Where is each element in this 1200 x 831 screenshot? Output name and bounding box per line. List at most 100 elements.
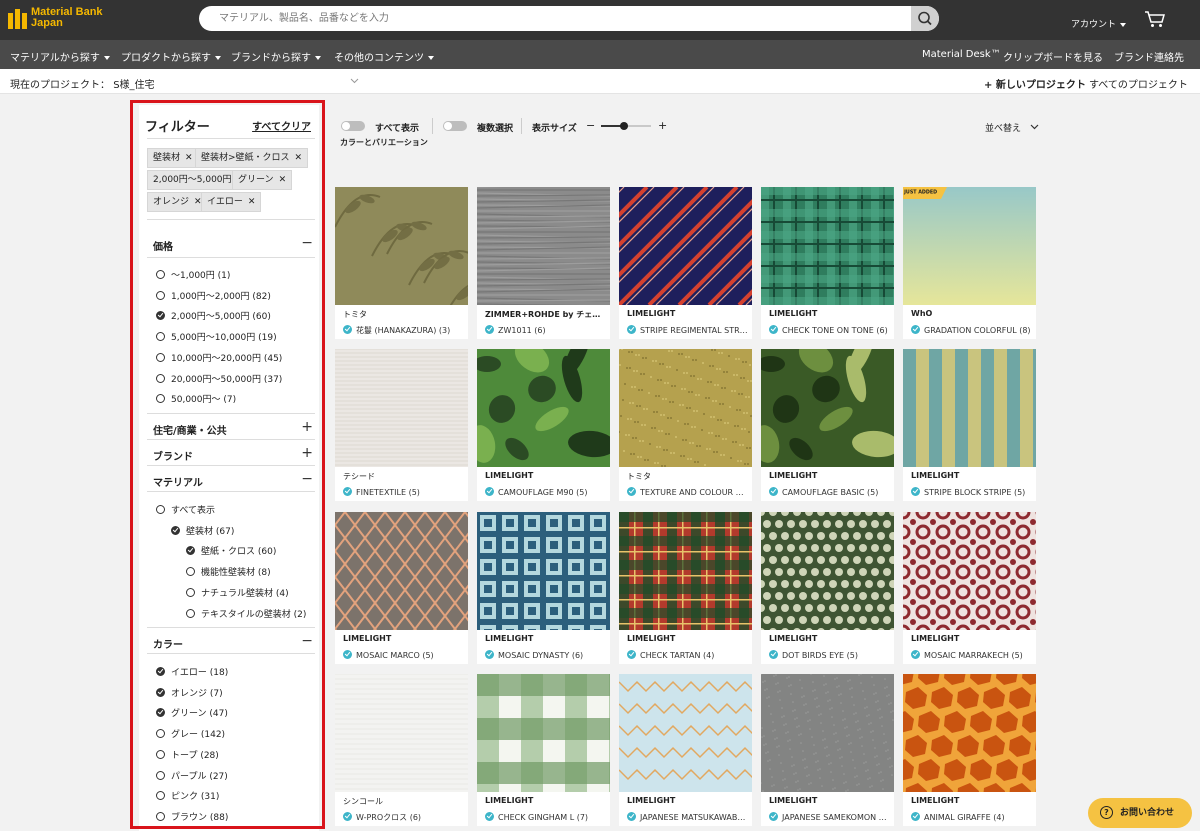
product-name[interactable]: GRADATION COLORFUL (8) (911, 325, 1033, 335)
radio-icon[interactable] (186, 567, 195, 577)
product-name[interactable]: CHECK TONE ON TONE (6) (769, 325, 891, 335)
product-card[interactable]: LIMELIGHT JAPANESE MATSUKAWAB… (619, 674, 752, 826)
product-card[interactable]: LIMELIGHT STRIPE BLOCK STRIPE (5) (903, 349, 1036, 501)
brand-section-title[interactable]: ブランド (153, 448, 193, 463)
remove-icon[interactable]: ✕ (248, 197, 256, 207)
filter-option[interactable]: テキスタイルの壁装材 (2) (186, 608, 306, 621)
filter-option[interactable]: ナチュラル壁装材 (4) (186, 587, 289, 600)
product-card[interactable]: LIMELIGHT CHECK TARTAN (4) (619, 512, 752, 664)
product-brand[interactable]: LIMELIGHT (343, 634, 463, 643)
radio-icon[interactable] (186, 608, 195, 618)
product-name[interactable]: CAMOUFLAGE M90 (5) (485, 487, 607, 497)
nav-material-desk[interactable]: Material Desk™ (922, 49, 1001, 60)
filter-option[interactable]: 2,000円〜5,000円 (60) (156, 311, 271, 323)
product-image[interactable] (477, 349, 610, 467)
product-image[interactable] (761, 512, 894, 630)
display-size-slider[interactable] (601, 122, 651, 130)
size-decrease-button[interactable]: − (586, 119, 595, 132)
checked-radio-icon[interactable] (156, 708, 165, 718)
search-button[interactable] (911, 6, 939, 31)
product-name[interactable]: JAPANESE SAMEKOMON … (769, 812, 891, 822)
collapse-icon[interactable]: − (301, 472, 313, 486)
chevron-down-icon[interactable] (350, 78, 359, 84)
filter-option[interactable]: 10,000円〜20,000円 (45) (156, 352, 282, 365)
all-projects-link[interactable]: すべてのプロジェクト (1089, 76, 1188, 91)
size-increase-button[interactable]: + (658, 119, 667, 132)
product-name[interactable]: STRIPE BLOCK STRIPE (5) (911, 487, 1033, 497)
checked-radio-icon[interactable] (156, 667, 165, 676)
product-brand[interactable]: LIMELIGHT (485, 634, 605, 643)
product-image[interactable]: JUST ADDED (903, 187, 1036, 305)
filter-option[interactable]: 20,000円〜50,000円 (37) (156, 373, 282, 386)
filter-option[interactable]: オレンジ (7) (156, 687, 223, 700)
radio-icon[interactable] (156, 290, 165, 300)
radio-icon[interactable] (156, 352, 165, 362)
product-card[interactable]: LIMELIGHT CHECK GINGHAM L (7) (477, 674, 610, 826)
filter-option[interactable]: パープル (27) (156, 770, 228, 783)
product-brand[interactable]: LIMELIGHT (485, 471, 605, 480)
product-name[interactable]: TEXTURE AND COLOUR … (627, 487, 749, 497)
cart-icon[interactable] (1144, 10, 1166, 28)
slider-handle[interactable] (619, 122, 628, 130)
search-input[interactable] (199, 6, 911, 31)
product-name[interactable]: CHECK GINGHAM L (7) (485, 812, 607, 822)
product-name[interactable]: JAPANESE MATSUKAWAB… (627, 812, 749, 822)
product-name[interactable]: STRIPE REGIMENTAL STR… (627, 325, 749, 335)
product-card[interactable]: LIMELIGHT ANIMAL GIRAFFE (4) (903, 674, 1036, 826)
product-brand[interactable]: LIMELIGHT (911, 796, 1031, 805)
radio-icon[interactable] (156, 505, 165, 514)
product-card[interactable]: JUST ADDED WhO GRADATION COLORFUL (8) (903, 187, 1036, 339)
product-card[interactable]: テシード FINETEXTILE (5) (335, 349, 468, 501)
radio-icon[interactable] (156, 770, 165, 780)
product-image[interactable] (903, 512, 1036, 630)
product-card[interactable]: LIMELIGHT MOSAIC MARCO (5) (335, 512, 468, 664)
nav-brand-contacts[interactable]: ブランド連絡先 (1114, 49, 1184, 64)
checked-radio-icon[interactable] (186, 546, 195, 556)
radio-icon[interactable] (156, 811, 165, 821)
product-card[interactable]: LIMELIGHT DOT BIRDS EYE (5) (761, 512, 894, 664)
expand-icon[interactable]: + (301, 446, 313, 460)
filter-option[interactable]: 壁紙・クロス (60) (186, 546, 276, 558)
remove-icon[interactable]: ✕ (279, 175, 287, 185)
checked-radio-icon[interactable] (156, 687, 165, 697)
nav-materials[interactable]: マテリアルから探す (10, 49, 110, 64)
filter-option[interactable]: 〜1,000円 (1) (156, 270, 230, 282)
product-brand[interactable]: LIMELIGHT (627, 796, 747, 805)
product-name[interactable]: ANIMAL GIRAFFE (4) (911, 812, 1033, 822)
product-brand[interactable]: LIMELIGHT (485, 796, 605, 805)
product-image[interactable] (335, 512, 468, 630)
product-brand[interactable]: LIMELIGHT (769, 634, 889, 643)
product-brand[interactable]: テシード (343, 471, 463, 482)
product-image[interactable] (619, 512, 752, 630)
product-image[interactable] (903, 349, 1036, 467)
product-name[interactable]: MOSAIC MARCO (5) (343, 650, 465, 660)
filter-option[interactable]: 5,000円〜10,000円 (19) (156, 332, 277, 344)
active-filter-chip[interactable]: イエロー ✕ (201, 192, 262, 212)
product-card[interactable]: LIMELIGHT CAMOUFLAGE M90 (5) (477, 349, 610, 501)
radio-icon[interactable] (156, 332, 165, 342)
product-name[interactable]: MOSAIC DYNASTY (6) (485, 650, 607, 660)
product-image[interactable] (335, 349, 468, 467)
product-image[interactable] (335, 674, 468, 792)
product-brand[interactable]: LIMELIGHT (627, 309, 747, 318)
filter-option[interactable]: 機能性壁装材 (8) (186, 567, 271, 579)
product-card[interactable]: LIMELIGHT STRIPE REGIMENTAL STR… (619, 187, 752, 339)
multi-select-toggle[interactable] (443, 121, 467, 131)
product-brand[interactable]: LIMELIGHT (769, 309, 889, 318)
active-filter-chip[interactable]: 壁装材>壁紙・クロス ✕ (195, 148, 309, 168)
product-image[interactable] (477, 512, 610, 630)
product-brand[interactable]: LIMELIGHT (911, 634, 1031, 643)
material-section-title[interactable]: マテリアル (153, 474, 203, 489)
product-brand[interactable]: ZIMMER+ROHDE by チェ… (485, 309, 605, 320)
sort-dropdown[interactable]: 並べ替え (985, 121, 1039, 134)
radio-icon[interactable] (156, 270, 165, 279)
product-name[interactable]: 花鬘 (HANAKAZURA) (3) (343, 325, 465, 336)
contact-button[interactable]: ? お問い合わせ (1088, 798, 1192, 828)
product-card[interactable]: ZIMMER+ROHDE by チェ… ZW1011 (6) (477, 187, 610, 339)
product-image[interactable] (761, 349, 894, 467)
product-card[interactable]: LIMELIGHT MOSAIC MARRAKECH (5) (903, 512, 1036, 664)
product-card[interactable]: シンコール W-PROクロス (6) (335, 674, 468, 826)
show-all-toggle[interactable] (341, 121, 365, 131)
product-brand[interactable]: LIMELIGHT (769, 796, 889, 805)
product-brand[interactable]: トミタ (627, 471, 747, 482)
